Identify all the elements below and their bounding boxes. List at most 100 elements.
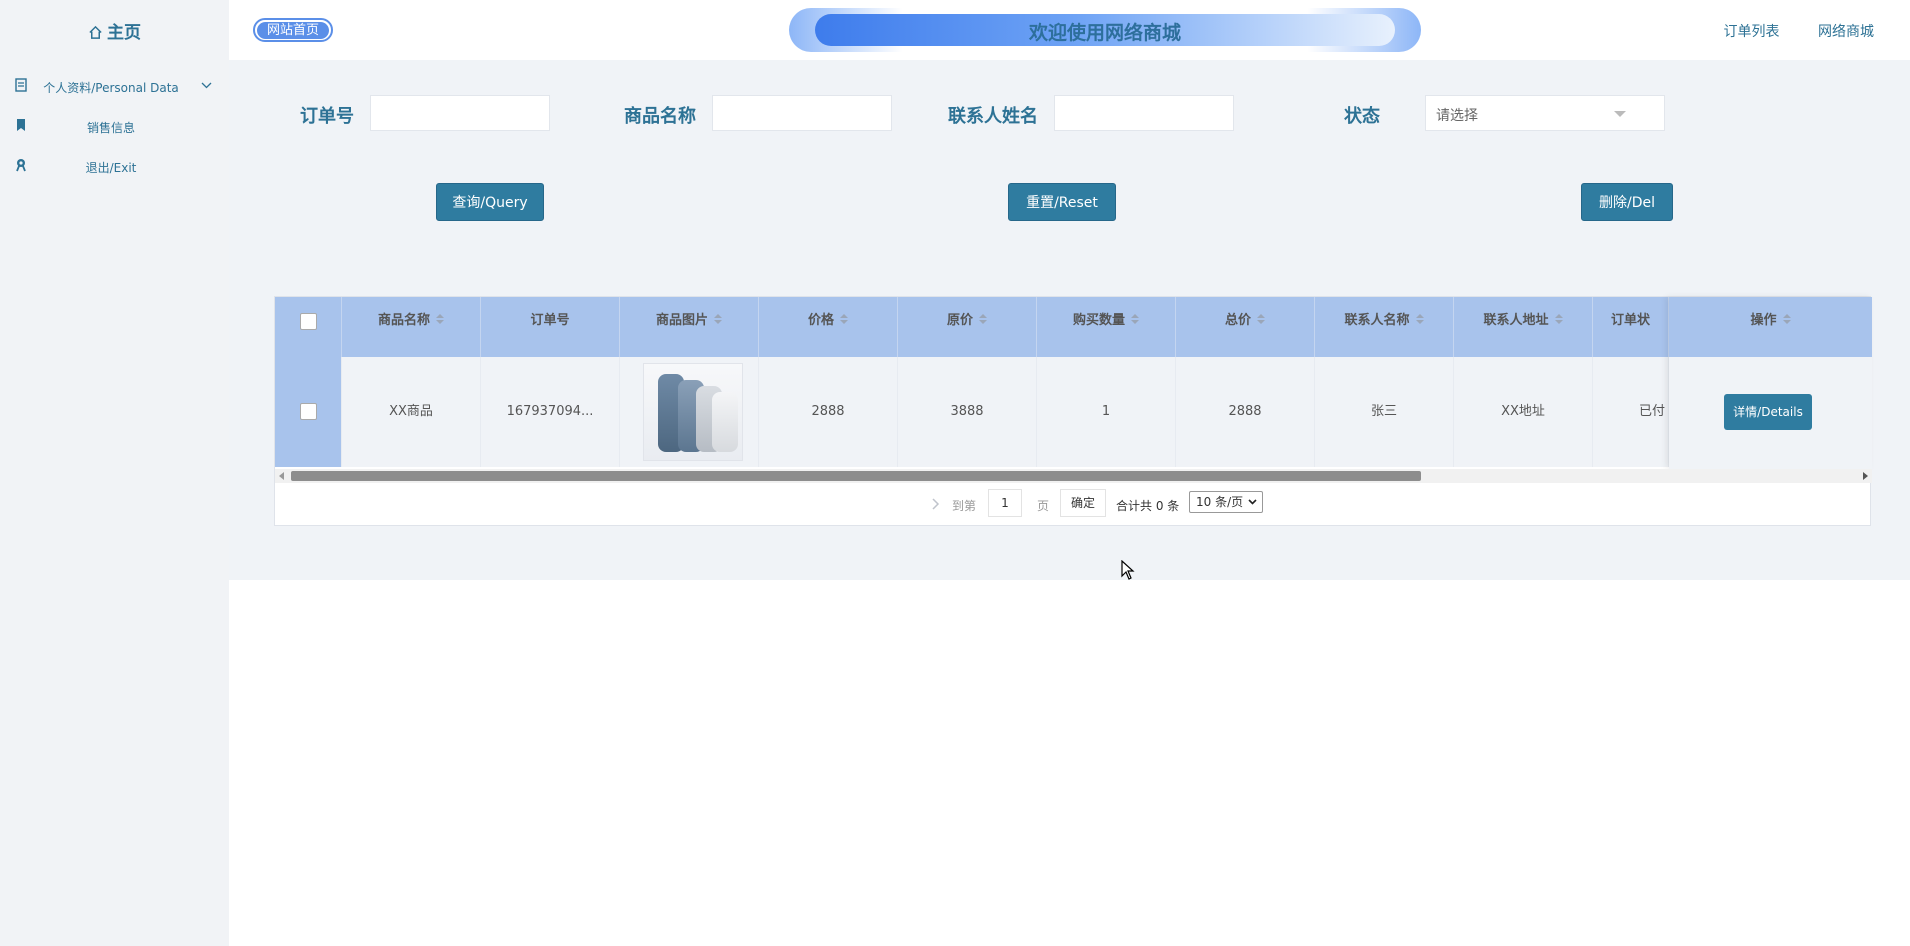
horizontal-scrollbar[interactable] [275, 469, 1872, 483]
logo-text: 网站首页 [257, 22, 329, 39]
sidebar-home[interactable]: 主页 [0, 18, 229, 43]
mouse-cursor-icon [1121, 560, 1135, 580]
col-header-label: 总价 [1224, 313, 1251, 328]
col-header-price[interactable]: 价格 [759, 297, 898, 357]
status-select[interactable]: 请选择 [1425, 95, 1665, 131]
welcome-banner: 欢迎使用网络商城 [789, 4, 1421, 67]
row-checkbox[interactable] [300, 403, 317, 420]
link-order-list[interactable]: 订单列表 [1724, 24, 1780, 40]
phone-shape [712, 392, 738, 452]
page-number-input[interactable]: 1 [988, 489, 1022, 517]
sort-icon[interactable] [714, 313, 722, 326]
sidebar-item-exit[interactable]: 退出/Exit [0, 152, 229, 180]
details-button[interactable]: 详情/Details [1724, 394, 1812, 430]
scroll-right-icon[interactable] [1863, 472, 1868, 480]
home-icon [89, 25, 102, 39]
sidebar-item-personal-data[interactable]: 个人资料/Personal Data [0, 72, 229, 100]
col-header-label: 商品图片 [655, 313, 708, 328]
page-size-value: 10 条/页 [1196, 495, 1244, 509]
cell-order-no: 167937094... [481, 357, 620, 467]
row-select-cell [275, 357, 342, 467]
sort-icon[interactable] [436, 313, 444, 326]
page-size-select[interactable]: 10 条/页 [1189, 491, 1263, 513]
next-page-icon[interactable] [932, 498, 940, 510]
sidebar-item-label: 销售信息 [86, 121, 135, 135]
col-header-label: 联系人地址 [1483, 313, 1549, 328]
col-header-total[interactable]: 总价 [1176, 297, 1315, 357]
col-header-label: 购买数量 [1072, 313, 1125, 328]
cell-contact-address: XX地址 [1454, 357, 1593, 467]
col-header-label: 价格 [807, 313, 834, 328]
col-header-original-price[interactable]: 原价 [898, 297, 1037, 357]
sort-icon[interactable] [979, 313, 987, 326]
col-header-quantity[interactable]: 购买数量 [1037, 297, 1176, 357]
operation-column: 操作 详情/Details [1669, 297, 1872, 469]
sidebar-home-label: 主页 [107, 23, 141, 43]
cell-original-price: 3888 [898, 357, 1037, 467]
cell-order-status: 已付 [1593, 357, 1669, 467]
select-all-cell [275, 297, 342, 357]
orders-table: 商品名称 订单号 商品图片 价格 原价 购买数量 总价 联系人名称 联系人地址 … [274, 296, 1872, 527]
bookmark-icon [17, 119, 25, 131]
col-header-order-no: 订单号 [481, 297, 620, 357]
col-header-label: 订单状 [1610, 313, 1650, 328]
col-header-label: 操作 [1750, 313, 1777, 328]
sidebar-item-label: 退出/Exit [85, 161, 137, 175]
cell-product-name: XX商品 [342, 357, 481, 467]
product-image[interactable] [643, 363, 743, 461]
main-content: 订单号 商品名称 联系人姓名 状态 请选择 查询/Query 重置/Reset … [229, 60, 1910, 580]
chevron-down-icon [201, 82, 212, 89]
col-header-label: 联系人名称 [1344, 313, 1410, 328]
sort-icon[interactable] [1782, 313, 1791, 326]
sort-icon[interactable] [1131, 313, 1139, 326]
site-home-logo[interactable]: 网站首页 [247, 14, 339, 46]
scrollbar-thumb[interactable] [291, 471, 1421, 481]
page-unit-label: 页 [1037, 499, 1050, 513]
cell-quantity: 1 [1037, 357, 1176, 467]
pagination: 到第 1 页 确定 合计共 0 条 10 条/页 [275, 483, 1872, 527]
confirm-page-button[interactable]: 确定 [1060, 489, 1106, 517]
cell-contact-name: 张三 [1315, 357, 1454, 467]
query-button[interactable]: 查询/Query [436, 183, 544, 221]
sidebar-item-sales-info[interactable]: 销售信息 [0, 112, 229, 140]
reset-button[interactable]: 重置/Reset [1008, 183, 1116, 221]
sort-icon[interactable] [840, 313, 848, 326]
link-online-mall[interactable]: 网络商城 [1818, 24, 1874, 40]
select-all-checkbox[interactable] [300, 313, 317, 330]
col-header-product-image[interactable]: 商品图片 [620, 297, 759, 357]
sidebar: 主页 个人资料/Personal Data 销售信息 退出/Exit [0, 0, 229, 946]
banner-title: 欢迎使用网络商城 [1028, 22, 1181, 44]
sort-icon[interactable] [1415, 313, 1424, 326]
sort-icon[interactable] [1257, 313, 1265, 326]
goto-label: 到第 [952, 499, 977, 513]
delete-button[interactable]: 删除/Del [1581, 183, 1673, 221]
status-label: 状态 [1344, 106, 1380, 127]
cell-product-image [620, 357, 759, 467]
col-header-order-status[interactable]: 订单状 [1593, 297, 1669, 357]
product-name-input[interactable] [712, 95, 892, 131]
contact-name-input[interactable] [1054, 95, 1234, 131]
top-links: 订单列表 网络商城 [1690, 21, 1874, 41]
banner-dots-bottom [1259, 52, 1339, 67]
col-header-label: 原价 [946, 313, 973, 328]
exit-badge-icon [16, 159, 26, 172]
cell-price: 2888 [759, 357, 898, 467]
col-header-operation[interactable]: 操作 [1669, 297, 1872, 357]
col-header-contact-name[interactable]: 联系人名称 [1315, 297, 1454, 357]
sort-icon[interactable] [1554, 313, 1563, 326]
top-bar: 网站首页 欢迎使用网络商城 订单列表 网络商城 [229, 0, 1910, 67]
chevron-down-icon [1248, 499, 1257, 505]
scroll-left-icon[interactable] [279, 472, 284, 480]
chevron-down-icon [1614, 111, 1626, 117]
order-no-label: 订单号 [300, 106, 354, 127]
contact-name-label: 联系人姓名 [948, 106, 1038, 127]
cell-total: 2888 [1176, 357, 1315, 467]
col-header-product-name[interactable]: 商品名称 [342, 297, 481, 357]
order-no-input[interactable] [370, 95, 550, 131]
product-name-label: 商品名称 [624, 106, 696, 127]
col-header-contact-address[interactable]: 联系人地址 [1454, 297, 1593, 357]
total-count: 合计共 0 条 [1116, 499, 1180, 513]
document-icon [15, 78, 27, 92]
col-header-label: 商品名称 [377, 313, 430, 328]
col-header-label: 订单号 [530, 313, 570, 328]
